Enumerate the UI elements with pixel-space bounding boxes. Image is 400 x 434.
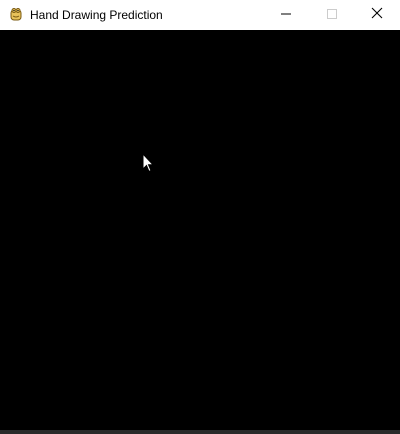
minimize-icon <box>281 6 291 24</box>
arrow-cursor-icon <box>142 152 155 173</box>
maximize-button[interactable] <box>309 0 355 30</box>
maximize-icon <box>327 6 337 24</box>
close-button[interactable] <box>354 0 400 30</box>
window-bottom-border <box>0 430 400 434</box>
app-window: Hand Drawing Prediction <box>0 0 400 434</box>
close-icon <box>371 6 383 24</box>
drawing-canvas[interactable] <box>0 30 400 430</box>
title-bar[interactable]: Hand Drawing Prediction <box>0 0 400 30</box>
window-title: Hand Drawing Prediction <box>30 8 163 22</box>
pygame-snake-icon <box>8 6 24 22</box>
minimize-button[interactable] <box>263 0 309 30</box>
